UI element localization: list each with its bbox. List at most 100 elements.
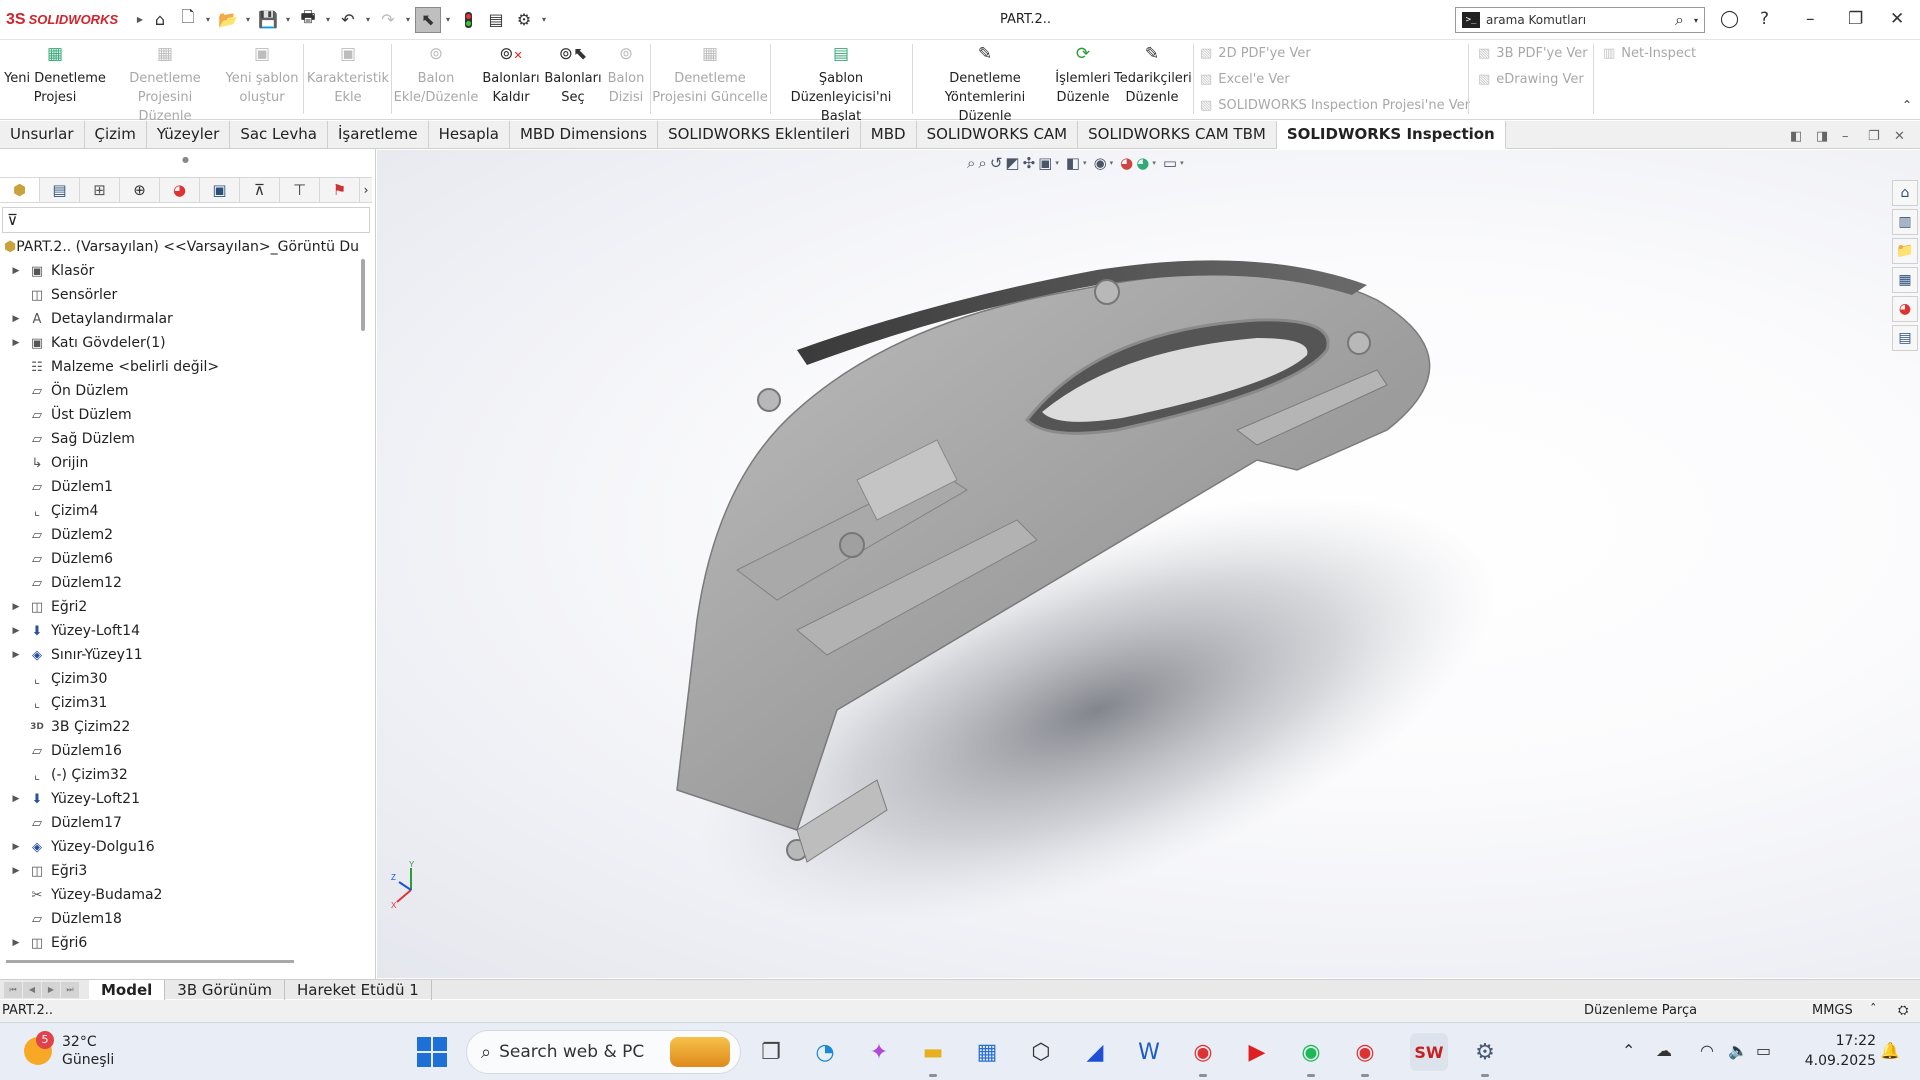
expand-arrow-icon[interactable]: ▶ [0, 866, 26, 876]
expand-arrow-icon[interactable]: ▶ [0, 938, 26, 948]
appearances-icon[interactable]: ◕ [1892, 296, 1918, 322]
tab-unsurlar[interactable]: Unsurlar [0, 121, 85, 149]
update-inspection-project-button[interactable]: ▦ Denetleme Projesini Güncelle [652, 45, 768, 107]
tab-solidworks-cam-tbm[interactable]: SOLIDWORKS CAM TBM [1078, 121, 1277, 149]
options-dropdown[interactable]: ▾ [539, 15, 549, 24]
tab-cizim[interactable]: Çizim [85, 121, 147, 149]
start-button[interactable] [417, 1037, 447, 1067]
options-icon[interactable]: ⚙ [511, 7, 537, 33]
menu-pin-arrow[interactable]: ▶ [135, 15, 145, 24]
solidworks-logo[interactable]: 3S SOLIDWORKS [0, 11, 135, 29]
solidworks-taskbar-icon[interactable]: SW [1410, 1033, 1448, 1071]
create-new-template-button[interactable]: ▣ Yeni şablon oluştur [222, 45, 302, 107]
rebuild-icon[interactable] [455, 7, 481, 33]
tree-item[interactable]: ⌞ Çizim31 [0, 691, 360, 715]
tree-item[interactable]: ◫ Sensörler [0, 283, 360, 307]
tree-item[interactable]: ▱ Düzlem2 [0, 523, 360, 547]
tab-mbd-dimensions[interactable]: MBD Dimensions [510, 121, 659, 149]
edit-inspection-methods-button[interactable]: ✎ Denetleme Yöntemlerini Düzenle [917, 45, 1053, 126]
file-properties-icon[interactable]: ▤ [483, 7, 509, 33]
tree-item[interactable]: ▶ ◫ Eğri6 [0, 931, 360, 950]
remove-balloons-button[interactable]: ⊚✕ Balonları Kaldır [481, 45, 541, 107]
chrome-icon[interactable]: ◉ [1184, 1033, 1222, 1077]
launch-template-editor-button[interactable]: ▤ Şablon Düzenleyicisi'ni Başlat [773, 45, 909, 126]
home-icon[interactable]: ⌂ [147, 7, 173, 33]
inspection-manager-icon[interactable]: ⚑ [320, 178, 360, 202]
tree-item[interactable]: ▶ ◈ Yüzey-Dolgu16 [0, 835, 360, 859]
tree-item[interactable]: ▶ ▣ Klasör [0, 259, 360, 283]
tree-item[interactable]: ▱ Düzlem18 [0, 907, 360, 931]
pane-grip-icon[interactable]: ● [182, 155, 189, 164]
minimize-window-icon[interactable]: – [1806, 9, 1815, 29]
chrome-profile-icon[interactable]: ◉ [1346, 1033, 1384, 1077]
graphics-area[interactable]: ⌕ ⌕ ↺ ◩ ✣ ▣ ▾ ◧ ▾ ◉ ▾ ◕ ◕ ▾ ▭ ▾ Y X Z ⌂ … [377, 150, 1920, 978]
tab-solidworks-inspection[interactable]: SOLIDWORKS Inspection [1276, 121, 1506, 149]
new-document-icon[interactable]: 🗋 [175, 7, 201, 33]
select-dropdown[interactable]: ▾ [443, 15, 453, 24]
display-manager-icon[interactable]: ◕ [160, 178, 200, 202]
file-explorer-icon[interactable]: ▬ [914, 1033, 952, 1077]
doc-close-icon[interactable]: ✕ [1894, 129, 1905, 144]
tree-item[interactable]: ▶ ◈ Sınır-Yüzey11 [0, 643, 360, 667]
undo-icon[interactable]: ↶ [335, 7, 361, 33]
cam-operation-tree-icon[interactable]: ⊼ [240, 178, 280, 202]
edge-icon[interactable]: ◔ [806, 1033, 844, 1071]
file-explorer-icon[interactable]: 📁 [1892, 238, 1918, 264]
task-view-icon[interactable]: ❐ [752, 1033, 790, 1071]
search-icon[interactable]: ⌕ [1675, 10, 1684, 30]
user-account-icon[interactable]: ◯ [1720, 9, 1739, 29]
open-dropdown[interactable]: ▾ [243, 15, 253, 24]
tree-item[interactable]: ▱ Düzlem16 [0, 739, 360, 763]
feature-manager-icon[interactable]: ⬢ [0, 178, 40, 202]
unit-system-button[interactable]: MMGS [1812, 1003, 1853, 1018]
net-inspect-button[interactable]: ▥ Net-Inspect [1603, 46, 1696, 61]
tree-item[interactable]: ▶ ▣ Katı Gövdeler(1) [0, 331, 360, 355]
tree-item[interactable]: ⌞ (-) Çizim32 [0, 763, 360, 787]
customize-status-icon[interactable]: ⛭ [1898, 1003, 1908, 1018]
search-dropdown-icon[interactable]: ▾ [1694, 16, 1698, 25]
tab-solidworks-cam[interactable]: SOLIDWORKS CAM [917, 121, 1079, 149]
save-icon[interactable]: 💾 [255, 7, 281, 33]
restore-window-icon[interactable]: ❐ [1848, 9, 1863, 29]
doc-minimize-icon[interactable]: – [1842, 129, 1849, 144]
save-dropdown[interactable]: ▾ [283, 15, 293, 24]
spotify-icon[interactable]: ◉ [1292, 1033, 1330, 1077]
balloon-pattern-button[interactable]: ⊚ Balon Dizisi [603, 45, 649, 107]
part-model-view[interactable] [377, 150, 1920, 978]
manager-tabs-more-icon[interactable]: › [360, 178, 372, 202]
volume-icon[interactable]: 🔈 [1728, 1041, 1748, 1060]
tab-model[interactable]: Model [89, 979, 166, 1000]
notifications-bell-icon[interactable]: 🔔 [1880, 1041, 1900, 1060]
select-icon[interactable]: ⬉ [415, 6, 441, 33]
redo-dropdown[interactable]: ▾ [403, 15, 413, 24]
cam-tool-tree-icon[interactable]: ⊤ [280, 178, 320, 202]
print-icon[interactable]: 🖶 [295, 7, 321, 33]
expand-arrow-icon[interactable]: ▶ [0, 626, 26, 636]
tree-item[interactable]: ▶ ◫ Eğri3 [0, 859, 360, 883]
taskbar-search-box[interactable]: ⌕ Search web & PC [466, 1030, 741, 1074]
collapse-ribbon-icon[interactable]: ⌃ [1902, 98, 1912, 112]
tab-sac-levha[interactable]: Sac Levha [230, 121, 328, 149]
tab-3d-view[interactable]: 3B Görünüm [165, 979, 285, 1000]
close-window-icon[interactable]: ✕ [1890, 9, 1904, 29]
unit-system-arrow[interactable]: ˆ [1870, 1003, 1877, 1018]
expand-arrow-icon[interactable]: ▶ [0, 314, 26, 324]
cam-feature-tree-icon[interactable]: ▣ [200, 178, 240, 202]
open-icon[interactable]: 📂 [215, 7, 241, 33]
edit-vendors-button[interactable]: ✎ Tedarikçileri Düzenle [1114, 45, 1192, 107]
next-tab-icon[interactable]: ▶ [42, 981, 60, 998]
tree-item[interactable]: ▶ ⬇ Yüzey-Loft14 [0, 619, 360, 643]
settings-icon[interactable]: ⚙ [1466, 1033, 1504, 1077]
new-inspection-project-button[interactable]: ▦ Yeni Denetleme Projesi [3, 45, 107, 107]
taskbar-clock[interactable]: 17:22 4.09.2025 [1796, 1031, 1876, 1071]
last-tab-icon[interactable]: ⏭ [61, 981, 79, 998]
microsoft-store-icon[interactable]: ▦ [968, 1033, 1006, 1071]
expand-arrow-icon[interactable]: ▶ [0, 842, 26, 852]
tree-item[interactable]: ▶ ◫ Eğri2 [0, 595, 360, 619]
youtube-icon[interactable]: ▶ [1238, 1033, 1276, 1071]
export-edrawing-button[interactable]: ▧ eDrawing Ver [1478, 72, 1584, 87]
tree-item[interactable]: ☷ Malzeme <belirli değil> [0, 355, 360, 379]
weather-widget[interactable]: 5 32°C Güneşli [24, 1031, 114, 1069]
tab-motion-study-1[interactable]: Hareket Etüdü 1 [285, 979, 432, 1000]
unity-icon[interactable]: ⬡ [1022, 1033, 1060, 1071]
